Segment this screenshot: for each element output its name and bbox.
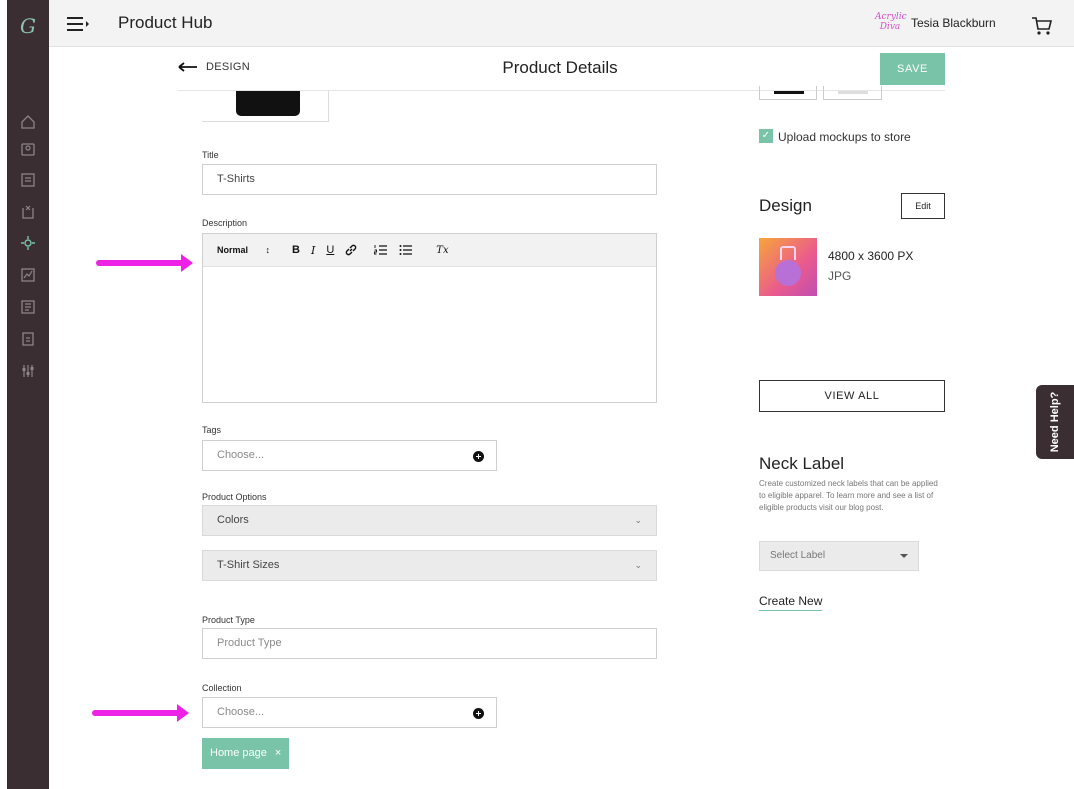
orders-icon[interactable]	[19, 171, 37, 189]
import-icon[interactable]	[19, 203, 37, 221]
remove-chip-icon[interactable]: ×	[275, 738, 281, 769]
annotation-arrow	[96, 254, 193, 272]
home-icon[interactable]	[19, 113, 37, 131]
add-collection-icon[interactable]	[473, 708, 484, 719]
bullet-list-icon[interactable]	[399, 244, 413, 256]
collection-chip-label: Home page	[210, 747, 267, 759]
colors-select[interactable]: Colors ⌄	[202, 505, 657, 536]
description-textarea[interactable]	[203, 267, 656, 402]
products-icon[interactable]	[19, 140, 37, 158]
app-title: Product Hub	[118, 13, 213, 32]
annotation-arrow	[92, 704, 189, 722]
title-input[interactable]: T-Shirts	[202, 164, 657, 195]
edit-design-button[interactable]: Edit	[901, 193, 945, 219]
caret-down-icon	[900, 554, 908, 558]
ordered-list-icon[interactable]	[374, 244, 388, 256]
need-help-tab[interactable]: Need Help?	[1036, 385, 1074, 459]
bold-button[interactable]: B	[292, 244, 300, 256]
sidebar: G	[7, 0, 49, 789]
upload-mockups-label: Upload mockups to store	[778, 130, 911, 144]
store-logo[interactable]: Acrylic Diva	[875, 12, 907, 32]
description-editor: Normal ↕ B I U Tx	[202, 233, 657, 403]
create-new-link[interactable]: Create New	[759, 594, 823, 611]
page-title: Product Details	[502, 58, 618, 77]
view-all-button[interactable]: VIEW ALL	[759, 380, 945, 412]
app-logo[interactable]: G	[7, 14, 49, 38]
chevron-down-icon: ⌄	[634, 515, 642, 525]
design-format: JPG	[828, 269, 852, 283]
chevron-down-icon: ⌄	[634, 560, 642, 570]
neck-label-heading: Neck Label	[759, 454, 845, 473]
neck-label-description: Create customized neck labels that can b…	[759, 479, 938, 512]
cart-icon[interactable]	[1030, 15, 1054, 37]
collection-chip: Home page ×	[202, 738, 290, 769]
billing-icon[interactable]	[19, 330, 37, 348]
back-to-design-link[interactable]: DESIGN	[178, 61, 250, 73]
collection-input[interactable]: Choose...	[202, 697, 497, 728]
product-image-thumbnail[interactable]	[202, 91, 329, 122]
design-dimensions: 4800 x 3600 PX	[828, 249, 914, 263]
description-label: Description	[202, 218, 248, 228]
product-type-input[interactable]: Product Type	[202, 628, 657, 659]
save-button[interactable]: SAVE	[880, 53, 945, 85]
underline-button[interactable]: U	[326, 244, 334, 256]
link-icon[interactable]	[345, 244, 357, 256]
integrations-icon[interactable]	[19, 234, 37, 252]
tags-label: Tags	[202, 425, 222, 435]
tags-input[interactable]: Choose...	[202, 440, 497, 471]
product-type-label: Product Type	[202, 615, 255, 625]
design-thumbnail[interactable]	[759, 238, 817, 296]
add-tag-icon[interactable]	[473, 451, 484, 462]
tshirt-image	[236, 91, 300, 116]
user-name[interactable]: Tesia Blackburn	[911, 16, 996, 30]
neck-label-select[interactable]: Select Label	[759, 541, 919, 571]
clear-format-button[interactable]: Tx	[436, 245, 448, 256]
mockup-thumbnail[interactable]	[823, 86, 882, 100]
menu-icon[interactable]	[66, 15, 90, 33]
tshirt-sizes-select[interactable]: T-Shirt Sizes ⌄	[202, 550, 657, 581]
mockup-thumbnail[interactable]	[759, 86, 817, 100]
analytics-icon[interactable]	[19, 266, 37, 284]
back-link-label: DESIGN	[206, 61, 250, 73]
arrow-left-icon	[178, 62, 197, 72]
catalog-icon[interactable]	[19, 298, 37, 316]
product-options-label: Product Options	[202, 492, 267, 502]
design-heading: Design	[759, 196, 812, 215]
italic-button[interactable]: I	[311, 244, 315, 257]
editor-toolbar: Normal ↕ B I U Tx	[203, 234, 656, 267]
title-label: Title	[202, 150, 219, 160]
collection-label: Collection	[202, 683, 242, 693]
settings-icon[interactable]	[19, 362, 37, 380]
upload-mockups-checkbox[interactable]: ✓	[759, 129, 773, 143]
text-format-select[interactable]: Normal ↕	[217, 245, 270, 255]
top-bar: Product Hub Acrylic Diva Tesia Blackburn	[49, 0, 1074, 47]
